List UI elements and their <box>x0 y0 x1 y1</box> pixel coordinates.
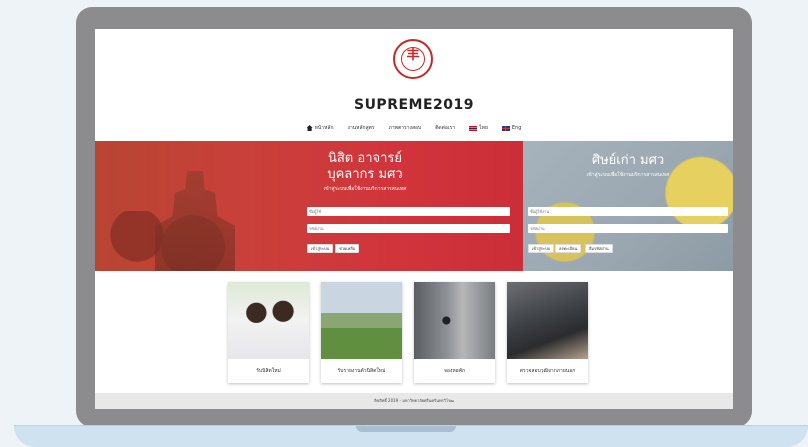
university-logo[interactable]: 丰 <box>393 39 433 79</box>
nav-label: ติดต่อเรา <box>435 125 456 131</box>
footer-copyright: ลิขสิทธิ์ 2019 - มหาวิทยาลัยศรีนครินทรวิ… <box>95 393 733 409</box>
nav-label: ภาพตารางสอบ <box>388 125 422 131</box>
service-card-new-students[interactable]: รับนิสิตใหม่ <box>228 282 309 383</box>
staff-panel-title-line2: บุคลากร มศว <box>327 167 403 182</box>
card-label: ตรวจสอบวุฒิจากภายนอก <box>519 368 576 374</box>
building-illustration <box>155 171 235 271</box>
service-cards: รับนิสิตใหม่ รับรายงานตัวนิสิตใหม่ จองหอ… <box>228 282 588 383</box>
thai-flag-icon <box>469 125 478 131</box>
campus-photo <box>321 282 402 359</box>
nav-item-lang-eng[interactable]: Eng <box>501 124 522 132</box>
staff-password-input[interactable] <box>307 224 510 233</box>
laptop-typing-photo <box>507 282 588 359</box>
browser-screen: 丰 SUPREME2019 หน้าหลัก งานหลักสูตร ภาพตา… <box>95 29 733 409</box>
staff-login-panel: นิสิต อาจารย์ บุคลากร มศว เข้าสู่ระบบเพื… <box>95 141 523 271</box>
nav-item-lang-thai[interactable]: ไทย <box>469 124 488 132</box>
alumni-forgot-password-button[interactable]: ลืมรหัสผ่าน <box>585 244 613 253</box>
alumni-panel-subtitle: เข้าสู่ระบบเพื่อใช้งานบริการสารสนเทศ <box>586 172 670 178</box>
card-label: รับรายงานตัวนิสิตใหม่ <box>337 368 386 374</box>
nav-item-contact[interactable]: ติดต่อเรา <box>435 124 455 132</box>
service-card-dormitory[interactable]: จองหอพัก <box>414 282 495 383</box>
alumni-password-input[interactable] <box>528 224 728 233</box>
laptop-notch <box>356 426 456 432</box>
alumni-panel-title: ศิษย์เก่า มศว <box>591 153 665 168</box>
site-title: SUPREME2019 <box>353 97 474 113</box>
nav-label: หน้าหลัก <box>314 125 334 131</box>
nav-label: Eng <box>511 125 522 131</box>
staff-username-input[interactable] <box>307 207 510 216</box>
logo-glyph: 丰 <box>406 48 420 63</box>
service-card-report-in[interactable]: รับรายงานตัวนิสิตใหม่ <box>321 282 402 383</box>
nav-label: ไทย <box>479 125 488 131</box>
uk-flag-icon <box>501 125 510 131</box>
alumni-login-panel: ศิษย์เก่า มศว เข้าสู่ระบบเพื่อใช้งานบริก… <box>523 141 733 271</box>
service-card-verify-degree[interactable]: ตรวจสอบวุฒิจากภายนอก <box>507 282 588 383</box>
alumni-login-button[interactable]: เข้าสู่ระบบ <box>528 244 555 253</box>
top-nav: หน้าหลัก งานหลักสูตร ภาพตารางสอบ ติดต่อเ… <box>95 124 733 132</box>
alumni-username-input[interactable] <box>528 207 728 216</box>
card-label: รับนิสิตใหม่ <box>256 368 281 374</box>
nav-item-exam-schedule[interactable]: ภาพตารางสอบ <box>389 124 422 132</box>
nav-item-courses[interactable]: งานหลักสูตร <box>348 124 375 132</box>
staff-login-button[interactable]: เข้าสู่ระบบ <box>307 244 334 253</box>
nav-label: งานหลักสูตร <box>347 125 375 131</box>
staff-help-button[interactable]: ช่วยเหลือ <box>335 244 360 253</box>
home-icon <box>306 125 313 131</box>
door-photo <box>414 282 495 359</box>
nav-item-home[interactable]: หน้าหลัก <box>306 124 334 132</box>
card-label: จองหอพัก <box>444 368 465 374</box>
alumni-register-button[interactable]: ลงทะเบียน <box>555 244 582 253</box>
students-photo <box>228 282 309 359</box>
staff-panel-subtitle: เข้าสู่ระบบเพื่อใช้งานบริการสารสนเทศ <box>323 186 407 192</box>
